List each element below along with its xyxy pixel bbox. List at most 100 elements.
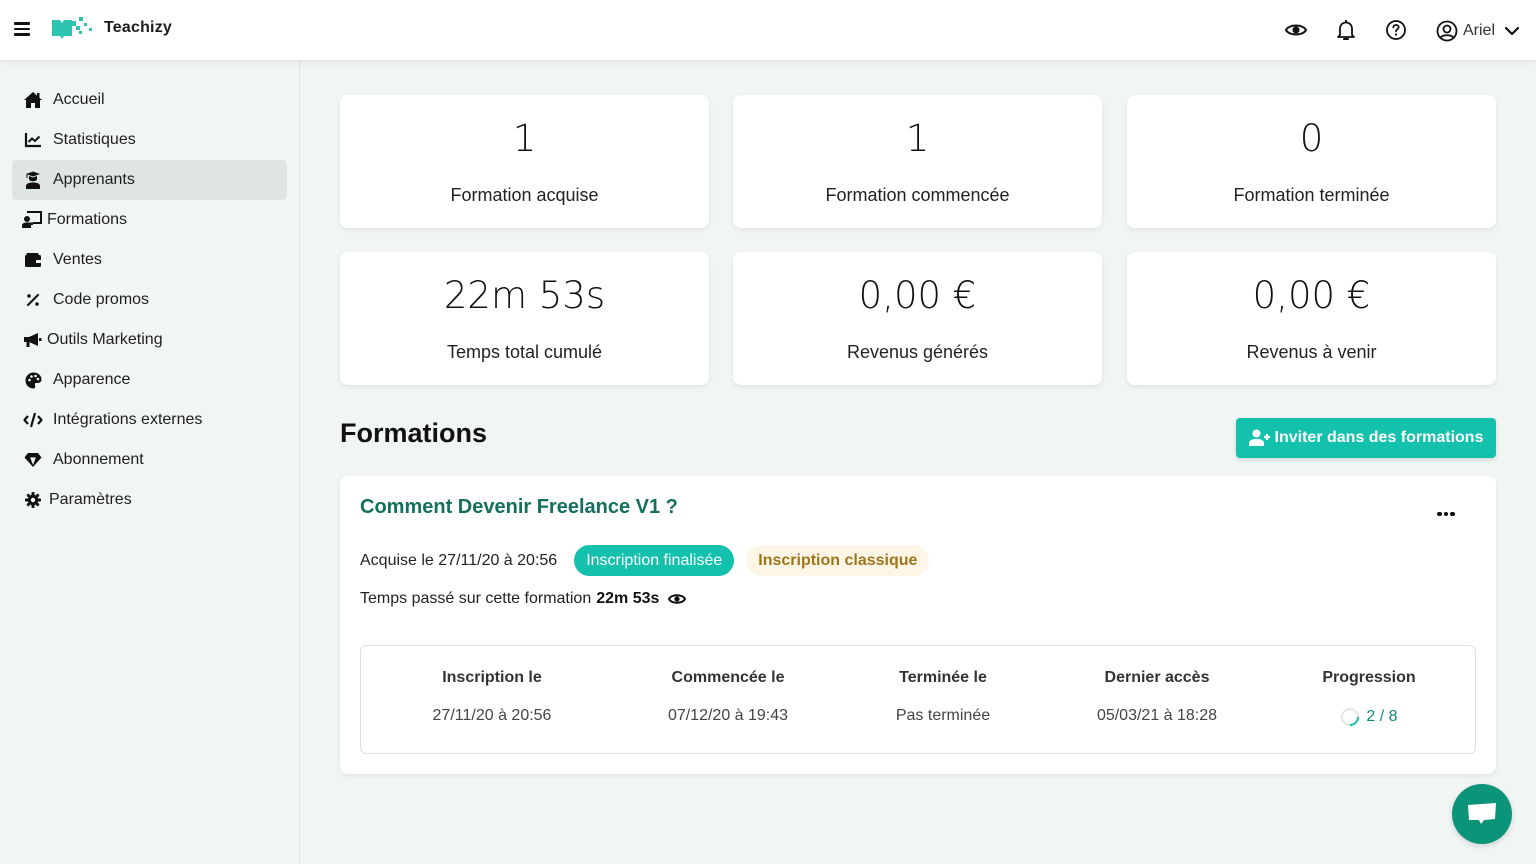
eye-icon[interactable]: [1284, 18, 1308, 42]
stat-label: Revenus à venir: [1246, 342, 1377, 362]
stat-card-revenus-a-venir: 0,00 € Revenus à venir: [1127, 252, 1496, 385]
stat-card-formation-commencee: 1 Formation commencée: [733, 95, 1102, 228]
time-spent-row: Temps passé sur cette formation 22m 53s: [360, 590, 687, 608]
brand-name: Teachizy: [104, 19, 172, 36]
sidebar-item-abonnement[interactable]: Abonnement: [12, 440, 287, 480]
gem-icon: [22, 450, 44, 470]
column-header: Terminée le: [899, 669, 987, 686]
acquired-date: Acquise le 27/11/20 à 20:56: [360, 551, 558, 569]
column-value: 07/12/20 à 19:43: [618, 707, 838, 725]
column-header: Dernier accès: [1104, 669, 1210, 686]
user-plus-icon: [1248, 429, 1270, 446]
chart-line-icon: [22, 130, 44, 150]
column-value: Pas terminée: [833, 707, 1053, 725]
eye-icon[interactable]: [668, 592, 687, 606]
stat-value: 0,00 €: [858, 274, 977, 317]
dot: [1450, 511, 1455, 517]
value-text: 05/03/21 à 18:28: [1096, 707, 1218, 724]
stat-card-temps-total: 22m 53s Temps total cumulé: [340, 252, 709, 385]
formations-section-title: Formations: [340, 418, 488, 448]
sidebar-item-outils-marketing[interactable]: Outils Marketing: [12, 320, 287, 360]
stat-label: Formation acquise: [450, 185, 599, 205]
stat-value: 1: [905, 117, 930, 160]
value-text: 27/11/20 à 20:56: [432, 707, 552, 724]
column-header: Commencée le: [671, 669, 785, 686]
megaphone-icon: [22, 330, 42, 350]
percent-icon: [22, 290, 44, 310]
user-circle-icon: [1436, 20, 1458, 42]
stat-value: 1: [512, 117, 537, 160]
sidebar: Accueil Statistiques Apprenants Formatio…: [0, 60, 300, 864]
sidebar-item-integrations[interactable]: Intégrations externes: [12, 400, 287, 440]
sidebar-item-ventes[interactable]: Ventes: [12, 240, 287, 280]
invite-button-label: Inviter dans des formations: [1274, 429, 1484, 446]
sidebar-item-label: Intégrations externes: [53, 411, 203, 428]
stat-card-formation-terminee: 0 Formation terminée: [1127, 95, 1496, 228]
dot: [1437, 511, 1442, 517]
chevron-down-icon: [1504, 26, 1520, 36]
invite-to-formations-button[interactable]: Inviter dans des formations: [1236, 418, 1496, 458]
column-value: 2 / 8: [1259, 707, 1479, 727]
sidebar-item-apprenants[interactable]: Apprenants: [12, 160, 287, 200]
chat-bubble-icon: [1468, 803, 1496, 824]
sidebar-item-label: Accueil: [53, 91, 105, 108]
chat-button[interactable]: [1452, 784, 1512, 844]
user-name: Ariel: [1463, 22, 1496, 39]
stat-value: 0: [1299, 117, 1324, 160]
progress-ring: [1341, 708, 1360, 726]
column-value: 27/11/20 à 20:56: [382, 707, 602, 725]
stat-value: 0,00 €: [1252, 274, 1371, 317]
dot: [1443, 511, 1449, 517]
user-menu[interactable]: Ariel: [1435, 18, 1521, 44]
acquisition-row: Acquise le 27/11/20 à 20:56 Inscription …: [360, 545, 941, 576]
cog-icon: [22, 490, 44, 510]
sidebar-item-label: Outils Marketing: [47, 331, 163, 348]
home-icon: [22, 90, 44, 110]
sidebar-item-label: Paramètres: [49, 491, 132, 508]
wallet-icon: [22, 250, 44, 270]
top-bar: Teachizy Ariel: [0, 0, 1536, 60]
value-text: Pas terminée: [895, 707, 991, 724]
sidebar-item-label: Code promos: [53, 291, 150, 308]
status-badge: Inscription finalisée: [574, 545, 735, 576]
time-spent-label: Temps passé sur cette formation: [360, 590, 592, 607]
stat-label: Revenus générés: [846, 342, 989, 362]
sidebar-item-code-promos[interactable]: Code promos: [12, 280, 287, 320]
stat-card-revenus-generes: 0,00 € Revenus générés: [733, 252, 1102, 385]
graduate-icon: [22, 170, 44, 190]
sidebar-item-label: Ventes: [53, 251, 102, 268]
sidebar-item-statistiques[interactable]: Statistiques: [12, 120, 287, 160]
more-options-button[interactable]: [1434, 504, 1458, 524]
stat-label: Formation commencée: [825, 185, 1010, 205]
time-spent-value: 22m 53s: [596, 590, 660, 607]
palette-icon: [22, 370, 44, 390]
column-header: Progression: [1322, 669, 1416, 686]
sidebar-item-accueil[interactable]: Accueil: [12, 80, 287, 120]
course-card: Comment Devenir Freelance V1 ? Acquise l…: [340, 476, 1496, 774]
progress-value: 2 / 8: [1366, 708, 1398, 725]
column-header: Inscription le: [442, 669, 542, 686]
teacher-board-icon: [22, 210, 42, 230]
bell-icon[interactable]: [1334, 18, 1358, 42]
stat-label: Temps total cumulé: [446, 342, 603, 362]
course-details-table: Inscription le 27/11/20 à 20:56 Commencé…: [360, 645, 1476, 754]
stat-label: Formation terminée: [1233, 185, 1390, 205]
value-text: 07/12/20 à 19:43: [667, 707, 789, 724]
sidebar-item-apparence[interactable]: Apparence: [12, 360, 287, 400]
sidebar-item-formations[interactable]: Formations: [12, 200, 287, 240]
course-title[interactable]: Comment Devenir Freelance V1 ?: [360, 496, 678, 519]
sidebar-item-label: Apprenants: [53, 171, 135, 188]
sidebar-item-label: Abonnement: [53, 451, 144, 468]
sidebar-item-label: Formations: [47, 211, 128, 228]
code-icon: [22, 410, 44, 430]
teachizy-logo[interactable]: [51, 16, 93, 42]
sidebar-item-label: Apparence: [53, 371, 131, 388]
help-icon[interactable]: [1384, 18, 1408, 42]
column-value: 05/03/21 à 18:28: [1047, 707, 1267, 725]
stat-card-formation-acquise: 1 Formation acquise: [340, 95, 709, 228]
sidebar-item-parametres[interactable]: Paramètres: [12, 480, 287, 520]
enrollment-type-badge: Inscription classique: [746, 545, 930, 576]
sidebar-item-label: Statistiques: [53, 131, 136, 148]
menu-icon[interactable]: [14, 22, 30, 36]
stat-value: 22m 53s: [443, 274, 606, 317]
